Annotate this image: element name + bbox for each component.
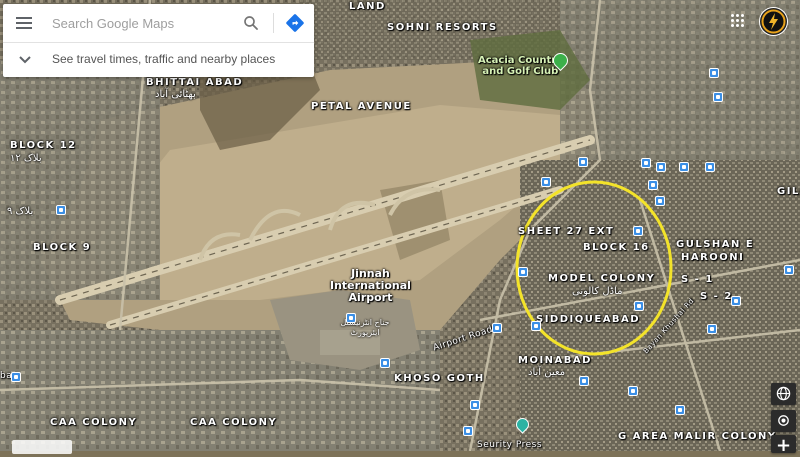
layer-thumbnail[interactable]: [12, 440, 72, 454]
transit-stop-icon[interactable]: [709, 68, 719, 78]
transit-stop-icon[interactable]: [679, 162, 689, 172]
label-g-area-malir: G AREA MALIR COLONY: [618, 431, 777, 442]
label-siddiqueabad: SIDDIQUEABAD: [536, 314, 641, 325]
label-khoso-goth: KHOSO GOTH: [394, 373, 485, 384]
transit-stop-icon[interactable]: [628, 386, 638, 396]
label-security-press: Seurity Press: [477, 440, 543, 450]
label-moinabad-urdu: معین آباد: [528, 367, 566, 378]
search-input[interactable]: [52, 12, 227, 34]
transit-stop-icon[interactable]: [380, 358, 390, 368]
zoom-in-icon: +: [775, 435, 792, 456]
label-block-12: BLOCK 12: [10, 140, 77, 151]
transit-stop-icon[interactable]: [633, 226, 643, 236]
label-block-9: BLOCK 9: [33, 242, 92, 253]
my-location-icon: [778, 415, 789, 426]
explore-row[interactable]: See travel times, traffic and nearby pla…: [3, 42, 314, 77]
label-block-9-urdu: بلاک ۹: [7, 206, 34, 217]
transit-stop-icon[interactable]: [518, 267, 528, 277]
chevron-down-icon[interactable]: [19, 56, 31, 64]
label-gila: GILA: [777, 186, 800, 197]
transit-stop-icon[interactable]: [731, 296, 741, 306]
label-petal-avenue: PETAL AVENUE: [311, 101, 412, 112]
transit-stop-icon[interactable]: [634, 301, 644, 311]
label-acacia[interactable]: Acacia Country and Golf Club: [478, 55, 563, 77]
user-avatar[interactable]: [759, 7, 788, 36]
label-sheet-27-ext: SHEET 27 EXT: [518, 226, 615, 237]
label-gulshan-line2: HAROONI: [681, 252, 745, 263]
transit-stop-icon[interactable]: [784, 265, 794, 275]
label-acacia-line1: Acacia Country: [478, 55, 563, 66]
search-icon[interactable]: [242, 14, 260, 32]
transit-stop-icon[interactable]: [705, 162, 715, 172]
transit-stop-icon[interactable]: [346, 313, 356, 323]
label-model-colony-urdu: ماڈل کالونی: [572, 286, 623, 297]
explore-link[interactable]: See travel times, traffic and nearby pla…: [52, 52, 275, 66]
label-acacia-line2: and Golf Club: [482, 66, 559, 77]
label-bhittai-abad: BHITTAI ABAD: [146, 77, 244, 88]
directions-icon[interactable]: [285, 13, 305, 33]
label-caa-colony-right: CAA COLONY: [190, 417, 278, 428]
label-caa-colony-left: CAA COLONY: [50, 417, 138, 428]
transit-stop-icon[interactable]: [655, 196, 665, 206]
compass-icon: [776, 386, 791, 401]
transit-stop-icon[interactable]: [641, 158, 651, 168]
search-divider: [273, 13, 274, 33]
apps-grid-icon[interactable]: [731, 14, 745, 28]
transit-stop-icon[interactable]: [11, 372, 21, 382]
label-moinabad: MOINABAD: [518, 355, 592, 366]
label-block-16: BLOCK 16: [583, 242, 650, 253]
search-panel: See travel times, traffic and nearby pla…: [3, 4, 314, 77]
label-block-12-urdu: بلاک ۱۲: [10, 153, 42, 164]
label-model-colony: MODEL COLONY: [548, 273, 656, 284]
transit-stop-icon[interactable]: [656, 162, 666, 172]
transit-stop-icon[interactable]: [531, 321, 541, 331]
lightning-avatar-icon: [761, 9, 786, 34]
transit-stop-icon[interactable]: [648, 180, 658, 190]
zoom-in-button[interactable]: +: [771, 435, 796, 456]
globe-button[interactable]: [771, 383, 796, 405]
label-s2: S - 2: [700, 291, 733, 302]
transit-stop-icon[interactable]: [707, 324, 717, 334]
label-sohni-resorts: SOHNI RESORTS: [387, 22, 498, 33]
label-jinnah-airport[interactable]: Jinnah International Airport: [330, 268, 411, 304]
transit-stop-icon[interactable]: [541, 177, 551, 187]
transit-stop-icon[interactable]: [578, 157, 588, 167]
transit-stop-icon[interactable]: [470, 400, 480, 410]
transit-stop-icon[interactable]: [56, 205, 66, 215]
label-gulshan-line1: GULSHAN E: [676, 239, 755, 250]
transit-stop-icon[interactable]: [579, 376, 589, 386]
transit-stop-icon[interactable]: [675, 405, 685, 415]
label-s1: S - 1: [681, 274, 714, 285]
label-land: LAND: [349, 1, 386, 12]
search-row: [3, 4, 314, 43]
transit-stop-icon[interactable]: [463, 426, 473, 436]
label-jinnah-line3: Airport: [348, 291, 393, 304]
menu-icon[interactable]: [16, 17, 32, 29]
label-bhittai-abad-urdu: بھٹائی آباد: [155, 89, 196, 100]
my-location-button[interactable]: [771, 410, 796, 432]
transit-stop-icon[interactable]: [713, 92, 723, 102]
transit-stop-icon[interactable]: [492, 323, 502, 333]
